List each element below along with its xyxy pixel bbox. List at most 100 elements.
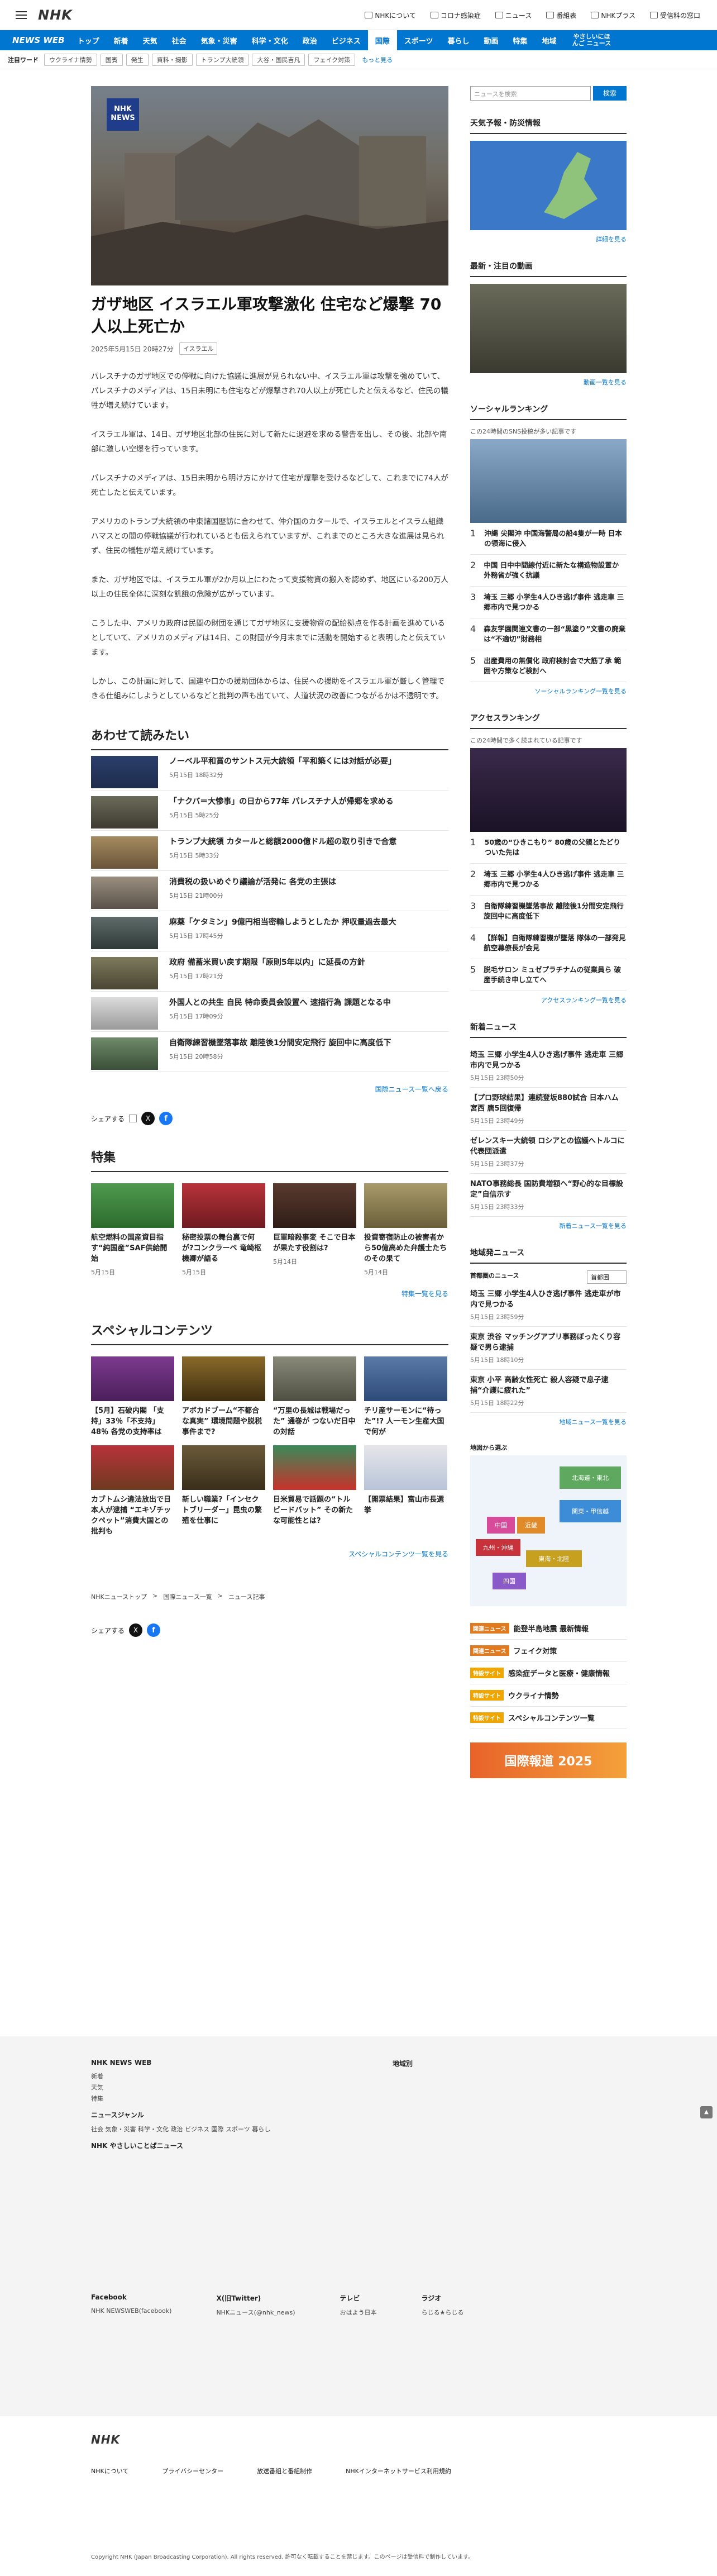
special-card[interactable]: 新しい職業?「インセクトブリーダー」昆虫の繁殖を仕事に — [182, 1445, 265, 1537]
weather-more-link[interactable]: 詳細を見る — [470, 235, 627, 244]
footer-sns-link[interactable]: NHKニュース(@nhk_news) — [216, 2307, 295, 2318]
nav-international[interactable]: 国際 — [367, 30, 397, 50]
weather-map[interactable] — [470, 141, 627, 230]
footer-bottom-link[interactable]: プライバシーセンター — [162, 2467, 223, 2475]
latest-video-thumb[interactable] — [470, 284, 627, 373]
nav-top[interactable]: トップ — [70, 30, 107, 50]
nav-business[interactable]: ビジネス — [324, 30, 368, 50]
special-card[interactable]: アボカドブーム“不都合な真実” 環境問題や脱税事件まで? — [182, 1356, 265, 1437]
feature-card[interactable]: 投資寄宿防止の被害者から50億高めた弁護士たちのその果て 5月14日 — [364, 1183, 447, 1277]
nav-feature[interactable]: 特集 — [506, 30, 535, 50]
nav-video[interactable]: 動画 — [477, 30, 506, 50]
breadcrumb-item[interactable]: NHKニューストップ — [91, 1592, 147, 1601]
top-link-fee[interactable]: 受信料の窓口 — [649, 11, 700, 20]
ranking-item[interactable]: 1 沖縄 尖閣沖 中国海警局の船4隻が一時 日本の領海に侵入 — [470, 523, 627, 555]
local-news-more[interactable]: 地域ニュース一覧を見る — [470, 1417, 627, 1426]
facebook-share-icon[interactable]: f — [159, 1112, 173, 1125]
promo-item[interactable]: 関連ニュース 能登半島地震 最新情報 — [470, 1617, 627, 1640]
footer-link[interactable]: 新着 — [91, 2071, 326, 2082]
related-item[interactable]: トランプ大統領 カタールと総額2000億ドル超の取り引きで合意 5月15日 5時3… — [91, 831, 448, 871]
region-kyushu[interactable]: 九州・沖縄 — [476, 1539, 520, 1556]
nav-sports[interactable]: スポーツ — [397, 30, 441, 50]
region-chugoku[interactable]: 中国 — [487, 1517, 515, 1534]
footer-radio-link[interactable]: らじる★らじる — [421, 2307, 463, 2318]
international-list-link[interactable]: 国際ニュース一覧へ戻る — [91, 1084, 448, 1094]
top-link-news[interactable]: ニュース — [495, 11, 532, 20]
footer-link[interactable]: 天気 — [91, 2082, 326, 2093]
feature-card[interactable]: 航空燃料の国産資目指す“純国産”SAF供給開始 5月15日 — [91, 1183, 174, 1277]
related-item[interactable]: 外国人との共生 自民 特命委員会設置へ 速描行為 課題となる中 5月15日 17時… — [91, 992, 448, 1032]
related-item[interactable]: 麻薬「ケタミン」9億円相当密輸しようとしたか 押収量過去最大 5月15日 17時4… — [91, 911, 448, 951]
nav-disaster[interactable]: 気象・災害 — [194, 30, 245, 50]
nav-society[interactable]: 社会 — [165, 30, 194, 50]
nav-easy-japanese[interactable]: やさしいにほんご ニュース — [564, 30, 620, 50]
nav-science[interactable]: 科学・文化 — [245, 30, 295, 50]
ranking-item[interactable]: 2 中国 日中中間線付近に新たな構造物設置か 外務省が強く抗議 — [470, 555, 627, 587]
ranking-item[interactable]: 1 50歳の“ひきこもり” 80歳の父親とたどりついた先は — [470, 832, 627, 864]
footer-bottom-link[interactable]: NHKについて — [91, 2467, 128, 2475]
nav-life[interactable]: 暮らし — [441, 30, 477, 50]
breadcrumb-item[interactable]: 国際ニュース一覧 — [163, 1592, 212, 1601]
x-share-icon[interactable]: X — [129, 1623, 143, 1637]
keyword-chip[interactable]: トランプ大統領 — [195, 53, 249, 66]
footer-genre-links[interactable]: 社会 気象・災害 科学・文化 政治 ビジネス 国際 スポーツ 暮らし — [91, 2124, 326, 2135]
related-item[interactable]: 「ナクバ＝大惨事」の日から77年 パレスチナ人が帰郷を求める 5月15日 5時25… — [91, 791, 448, 831]
footer-bottom-link[interactable]: 放送番組と番組制作 — [257, 2467, 312, 2475]
promo-item[interactable]: 特設サイト 感染症データと医療・健康情報 — [470, 1662, 627, 1684]
feature-card[interactable]: 秘密投票の舞台裏で何が?コンクラーベ 竜崎枢機卿が語る 5月15日 — [182, 1183, 265, 1277]
ranking-item[interactable]: 3 埼玉 三郷 小学生4人ひき逃げ事件 逃走車 三郷市内で見つかる — [470, 587, 627, 618]
share-copy-icon[interactable] — [129, 1115, 137, 1122]
keyword-chip[interactable]: 国賓 — [100, 53, 123, 66]
search-button[interactable]: 検索 — [593, 86, 627, 101]
region-kanto[interactable]: 関東・甲信越 — [560, 1500, 621, 1522]
promo-item[interactable]: 特設サイト ウクライナ情勢 — [470, 1684, 627, 1707]
feature-card[interactable]: 巨軍暗殺事変 そこで日本が果たす役割は? 5月14日 — [273, 1183, 356, 1277]
top-link-about[interactable]: NHKについて — [365, 11, 416, 20]
related-item[interactable]: 政府 備蓄米買い戻す期限「原則5年以内」に延長の方針 5月15日 17時21分 — [91, 951, 448, 992]
nav-new[interactable]: 新着 — [107, 30, 136, 50]
new-news-more[interactable]: 新着ニュース一覧を見る — [470, 1221, 627, 1230]
footer-bottom-link[interactable]: NHKインターネットサービス利用規約 — [346, 2467, 451, 2475]
new-news-item[interactable]: ゼレンスキー大統領 ロシアとの協議へトルコに代表団派遣 5月15日 23時37分 — [470, 1131, 627, 1174]
nav-region[interactable]: 地域 — [535, 30, 564, 50]
local-news-item[interactable]: 東京 渋谷 マッチングアプリ事務ぼったくり容疑で男ら逮捕 5月15日 18時10分 — [470, 1327, 627, 1370]
top-link-program[interactable]: 番組表 — [546, 11, 576, 20]
local-news-item[interactable]: 埼玉 三郷 小学生4人ひき逃げ事件 逃走車が市内で見つかる 5月15日 23時59… — [470, 1284, 627, 1327]
promo-item[interactable]: 特設サイト スペシャルコンテンツ一覧 — [470, 1707, 627, 1729]
nav-politics[interactable]: 政治 — [295, 30, 324, 50]
keyword-chip[interactable]: 発生 — [126, 53, 149, 66]
nhk-logo[interactable]: NHK — [38, 7, 73, 23]
special-card[interactable]: チリ産サーモンに“待った”!? 人一モン生産大国で何が — [364, 1356, 447, 1437]
special-card[interactable]: カブトムシ違法放出で日本人が逮捕 “エキゾチックペット”消費大国との批判も — [91, 1445, 174, 1537]
special-card[interactable]: 日米貿易で話題の“トルビードバット” その新たな可能性とは? — [273, 1445, 356, 1537]
keyword-chip[interactable]: 大谷・国民吉凡 — [252, 53, 305, 66]
special-card[interactable]: 【5月】石破内閣 「支持」33％「不支持」48％ 各党の支持率は — [91, 1356, 174, 1437]
footer-sns-link[interactable]: NHK NEWSWEB(facebook) — [91, 2306, 171, 2317]
region-kinki[interactable]: 近畿 — [517, 1517, 545, 1534]
ranking-item[interactable]: 5 出産費用の無償化 政府検討会で大筋了承 範囲や方策など検討へ — [470, 650, 627, 682]
local-news-item[interactable]: 東京 小平 高齢女性死亡 殺人容疑で息子逮捕“介護に疲れた” 5月15日 18時2… — [470, 1370, 627, 1413]
promo-item[interactable]: 関連ニュース フェイク対策 — [470, 1640, 627, 1662]
footer-tv-link[interactable]: おはよう日本 — [340, 2307, 376, 2318]
special-card[interactable]: “万里の長城は戦場だった” 通巻が つないだ日中の対話 — [273, 1356, 356, 1437]
new-news-item[interactable]: NATO事務総長 国防費増額へ“野心的な目標設定”自信示す 5月15日 23時33… — [470, 1174, 627, 1217]
hamburger-menu-icon[interactable] — [16, 11, 27, 19]
local-region-select[interactable]: 首都圏 — [587, 1270, 627, 1284]
region-tokai[interactable]: 東海・北陸 — [526, 1550, 582, 1567]
access-ranking-more[interactable]: アクセスランキング一覧を見る — [470, 996, 627, 1004]
facebook-share-icon[interactable]: f — [147, 1623, 161, 1637]
top-link-corona[interactable]: コロナ感染症 — [430, 11, 481, 20]
region-shikoku[interactable]: 四国 — [493, 1573, 526, 1589]
article-tag[interactable]: イスラエル — [179, 342, 218, 355]
new-news-item[interactable]: 【プロ野球結果】連続登坂880試合 日本ハム 宮西 唐5回復帰 5月15日 23時… — [470, 1088, 627, 1131]
keyword-chip[interactable]: 資料・撮影 — [151, 53, 193, 66]
footer-brand[interactable]: NHK NEWS WEB — [91, 2059, 326, 2066]
feature-list-link[interactable]: 特集一覧を見る — [91, 1289, 448, 1298]
footer-easy-link[interactable]: NHK やさしいことばニュース — [91, 2141, 326, 2150]
special-card[interactable]: 【開票結果】富山市長選挙 — [364, 1445, 447, 1537]
news-web-brand[interactable]: NEWS WEB — [12, 30, 70, 50]
keyword-chip[interactable]: フェイク対策 — [308, 53, 356, 66]
ranking-item[interactable]: 2 埼玉 三郷 小学生4人ひき逃げ事件 逃走車 三郷市内で見つかる — [470, 864, 627, 896]
search-input[interactable]: ニュースを検索 — [470, 86, 591, 101]
kokusai-hodo-banner[interactable]: 国際報道 2025 — [470, 1742, 627, 1778]
